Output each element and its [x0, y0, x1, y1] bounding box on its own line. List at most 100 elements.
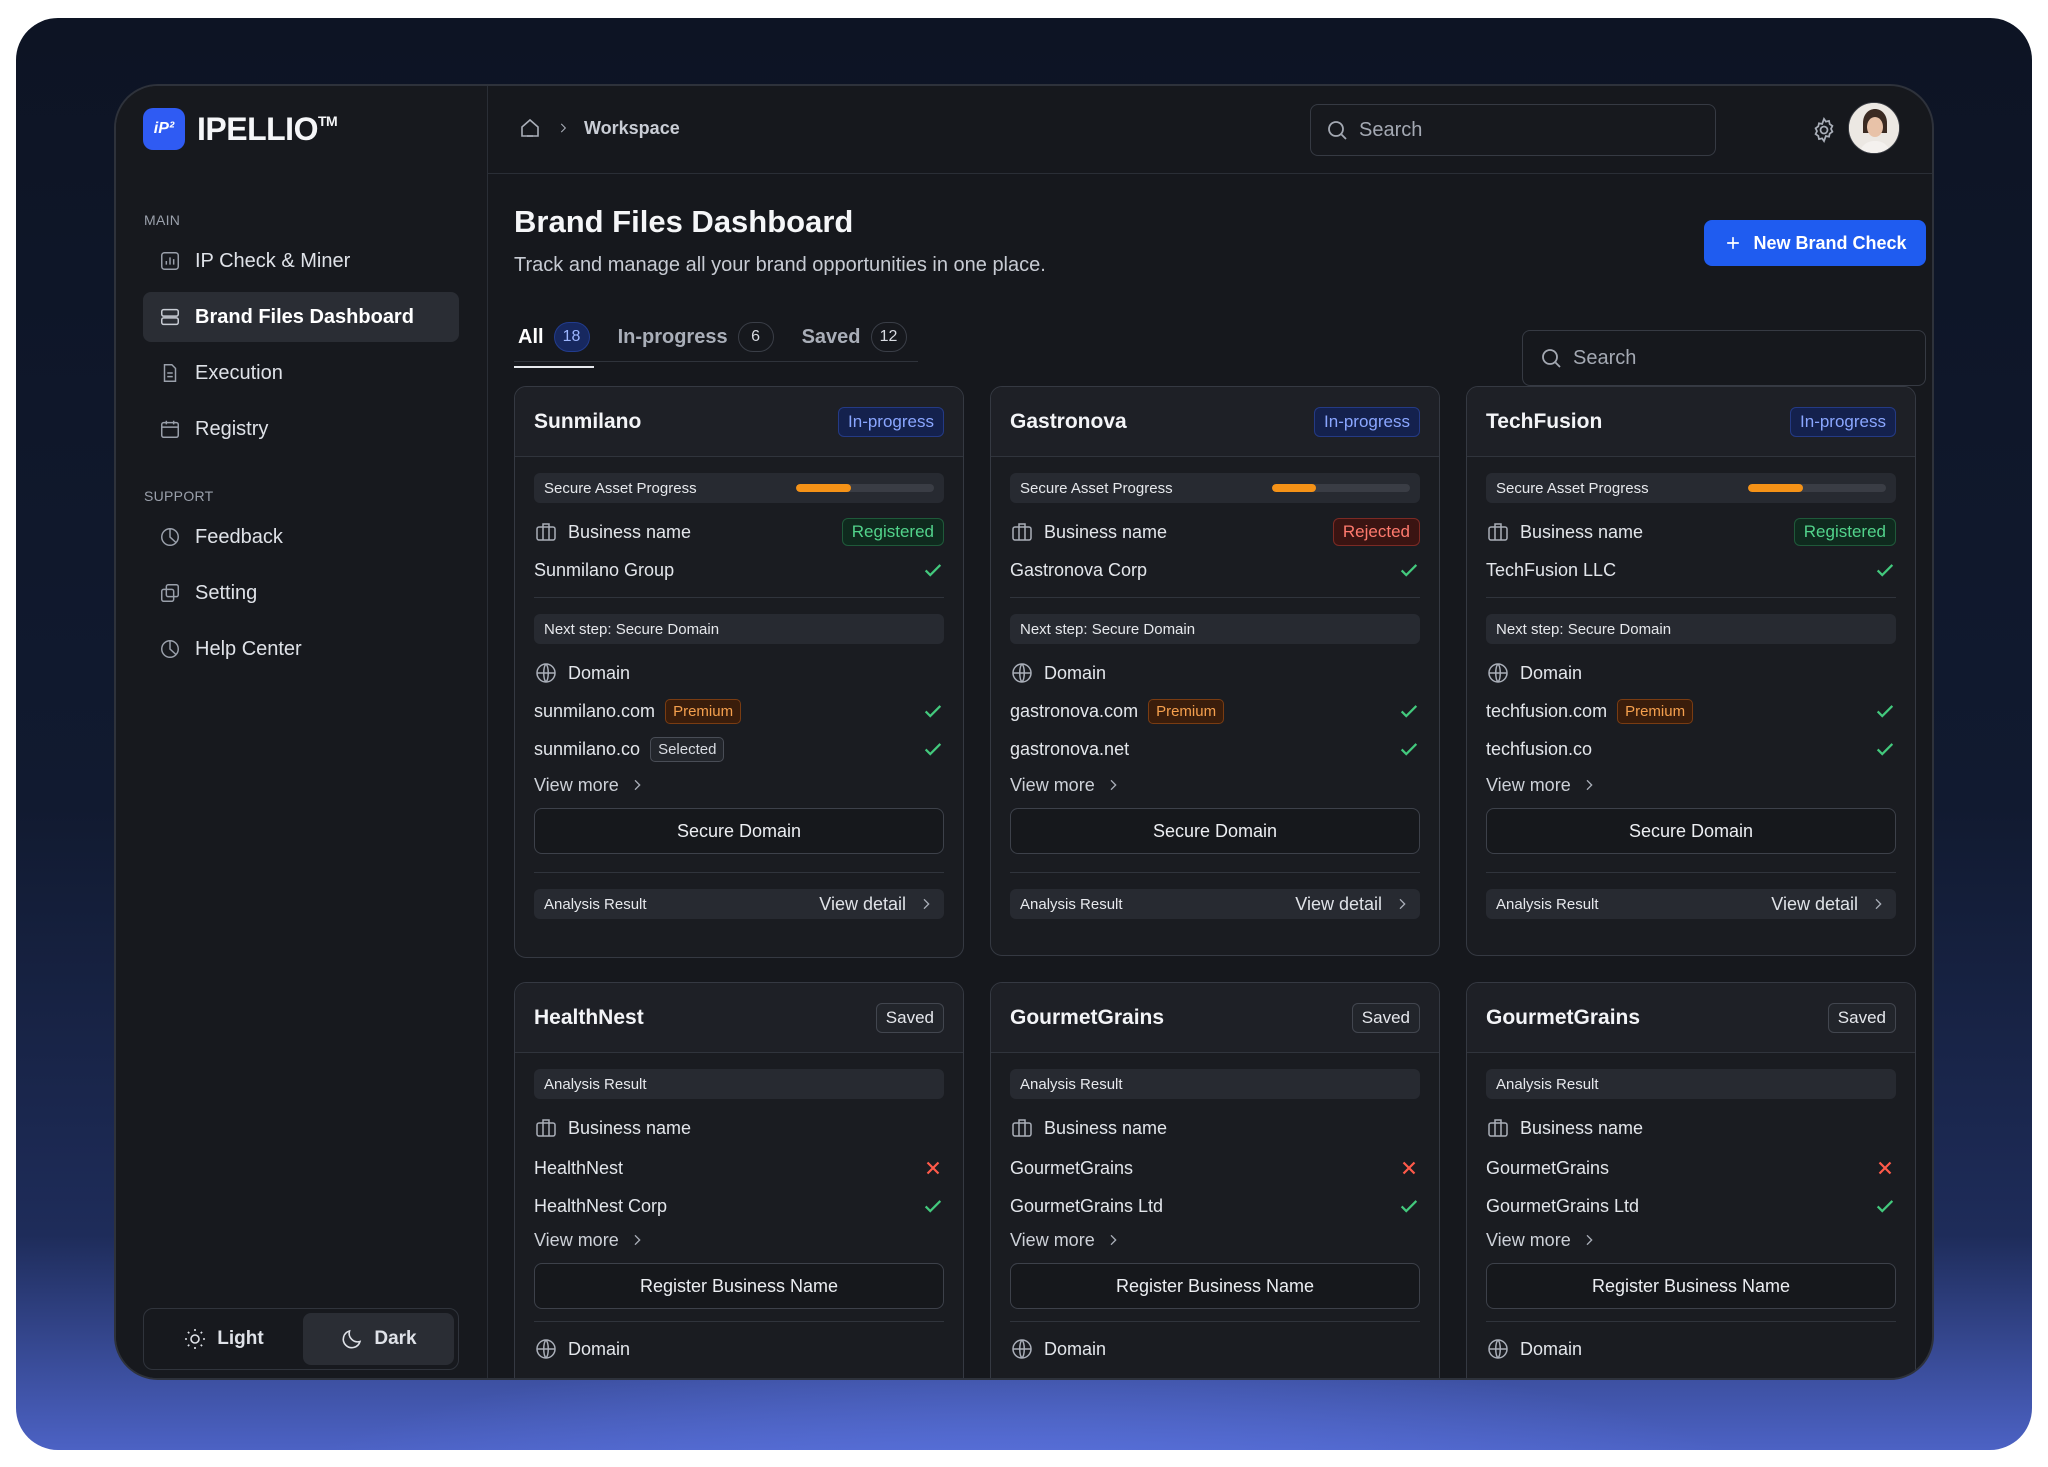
new-brand-check-button[interactable]: New Brand Check: [1704, 220, 1926, 266]
tab-label: All: [518, 325, 544, 348]
business-candidate-row: GourmetGrains: [1486, 1155, 1896, 1181]
main-search-input[interactable]: [1573, 346, 1925, 370]
progress-fill: [1272, 484, 1317, 492]
sidebar-item-label: Feedback: [195, 525, 283, 548]
card-header: GourmetGrains Saved: [1467, 983, 1915, 1053]
chevron-right-icon: [634, 779, 641, 791]
gear-icon[interactable]: [1810, 116, 1838, 144]
section-label-main: MAIN: [144, 212, 181, 228]
top-bar: Workspace: [488, 86, 1932, 174]
view-more-link[interactable]: View more: [534, 772, 944, 798]
sidebar-item-brand-files[interactable]: Brand Files Dashboard: [143, 292, 459, 342]
view-more-label: View more: [534, 774, 619, 795]
moon-icon: [342, 1329, 362, 1349]
next-step-label: Next step: Secure Domain: [544, 620, 720, 638]
tab-all[interactable]: All 18: [514, 312, 594, 368]
progress-fill: [796, 484, 852, 492]
header-search-input[interactable]: [1359, 118, 1715, 142]
sidebar-item-execution[interactable]: Execution: [143, 348, 459, 398]
check-icon: [1400, 564, 1418, 577]
business-value: Gastronova Corp: [1010, 559, 1148, 580]
domain-label: Domain: [1520, 1338, 1583, 1359]
business-label: Business name: [568, 521, 692, 542]
view-more-link[interactable]: View more: [1486, 1227, 1896, 1253]
business-candidate: GourmetGrains Ltd: [1486, 1195, 1640, 1216]
business-name-row: Business name Registered: [1486, 517, 1896, 547]
chevron-right-icon: [634, 1234, 641, 1246]
domain-header-row: Domain: [1486, 658, 1896, 688]
view-more-label: View more: [1486, 774, 1571, 795]
status-badge: In-progress: [1790, 406, 1896, 437]
home-icon[interactable]: [518, 116, 542, 140]
card-title: Sunmilano: [534, 409, 642, 433]
document-icon: [163, 364, 177, 382]
logo[interactable]: iP² IPELLIOTM: [143, 108, 338, 150]
sidebar-item-help-center[interactable]: Help Center: [143, 624, 459, 674]
card-header: HealthNest Saved: [515, 983, 963, 1053]
chevron-right-icon: [1399, 898, 1406, 910]
register-business-name-button[interactable]: Register Business Name: [1486, 1263, 1896, 1309]
secure-domain-button[interactable]: Secure Domain: [534, 808, 944, 854]
chevron-right-icon: [1586, 1234, 1593, 1246]
next-step-strip: Next step: Secure Domain: [534, 614, 944, 644]
sidebar-item-ip-check[interactable]: IP Check & Miner: [143, 236, 459, 286]
sidebar-item-feedback[interactable]: Feedback: [143, 512, 459, 562]
dark-theme-label: Dark: [374, 1328, 417, 1349]
domain-name-wrap: gastronova.com Premium: [1010, 698, 1225, 724]
view-detail-link[interactable]: View detail: [1771, 894, 1886, 915]
domain-name: gastronova.net: [1010, 738, 1130, 759]
view-more-link[interactable]: View more: [1486, 772, 1896, 798]
light-theme-button[interactable]: Light: [148, 1313, 299, 1365]
chart-icon: [161, 252, 179, 270]
domain-label-wrap: Domain: [1010, 1337, 1106, 1361]
breadcrumb-workspace[interactable]: Workspace: [584, 118, 680, 139]
sidebar-item-registry[interactable]: Registry: [143, 404, 459, 454]
view-detail-link[interactable]: View detail: [1295, 894, 1410, 915]
dark-theme-button[interactable]: Dark: [303, 1313, 454, 1365]
view-more-label: View more: [1010, 1229, 1095, 1250]
sidebar-item-setting[interactable]: Setting: [143, 568, 459, 618]
view-more-link[interactable]: View more: [1010, 772, 1420, 798]
divider: [1486, 597, 1896, 598]
sidebar-item-label: Registry: [195, 417, 269, 440]
brand-card: TechFusion In-progress Secure Asset Prog…: [1466, 386, 1916, 956]
card-body: Secure Asset Progress Business name Regi…: [515, 457, 963, 919]
view-detail-label: View detail: [1295, 893, 1382, 914]
business-label-wrap: Business name: [1486, 520, 1643, 544]
tab-in-progress[interactable]: In-progress 6: [614, 312, 778, 368]
domain-name-wrap: sunmilano.com Premium: [534, 698, 742, 724]
x-icon: [1402, 1161, 1416, 1175]
chevron-right-icon: [923, 898, 930, 910]
card-header: Gastronova In-progress: [991, 387, 1439, 457]
view-more-link[interactable]: View more: [1010, 1227, 1420, 1253]
domain-label: Domain: [1044, 662, 1107, 683]
card-header: TechFusion In-progress: [1467, 387, 1915, 457]
secure-domain-button[interactable]: Secure Domain: [1010, 808, 1420, 854]
view-detail-link[interactable]: View detail: [819, 894, 934, 915]
business-candidate-row: HealthNest: [534, 1155, 944, 1181]
avatar[interactable]: [1848, 102, 1900, 154]
domain-label-wrap: Domain: [1486, 661, 1582, 685]
domain-header-row: Domain: [1486, 1334, 1896, 1364]
check-icon: [1876, 705, 1894, 718]
register-business-name-button[interactable]: Register Business Name: [1010, 1263, 1420, 1309]
divider: [1010, 872, 1420, 873]
view-more-link[interactable]: View more: [534, 1227, 944, 1253]
globe-icon: [1488, 663, 1508, 683]
domain-label-wrap: Domain: [534, 661, 630, 685]
analysis-result-strip: Analysis Result: [1486, 1069, 1896, 1099]
selected-chip: Selected: [650, 736, 725, 762]
briefcase-icon: [536, 523, 556, 541]
check-icon: [1876, 743, 1894, 756]
secure-domain-button[interactable]: Secure Domain: [1486, 808, 1896, 854]
sidebar-item-label: Brand Files Dashboard: [195, 305, 414, 328]
card-body: Analysis Result Business name GourmetGra…: [1467, 1053, 1915, 1364]
register-business-name-button[interactable]: Register Business Name: [534, 1263, 944, 1309]
tab-saved[interactable]: Saved 12: [798, 312, 911, 368]
check-icon: [924, 705, 942, 718]
domain-name-wrap: gastronova.net: [1010, 739, 1129, 760]
status-badge: In-progress: [1314, 406, 1420, 437]
progress-label: Secure Asset Progress: [1496, 479, 1649, 497]
domain-row: techfusion.co: [1486, 736, 1896, 762]
domain-name-wrap: sunmilano.co Selected: [534, 736, 725, 762]
